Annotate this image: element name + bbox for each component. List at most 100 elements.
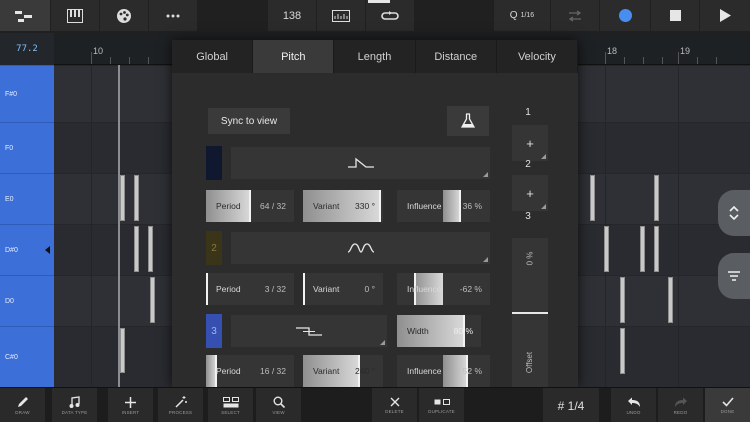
key-row[interactable]: E0 bbox=[0, 173, 54, 224]
lfo-2-period-slider[interactable]: Period 3 / 32 bbox=[206, 273, 294, 305]
tempo-display[interactable]: 138 bbox=[268, 0, 316, 31]
sync-to-view-button[interactable]: Sync to view bbox=[208, 108, 290, 134]
key-row[interactable]: D#0 bbox=[0, 224, 54, 275]
data-type-label: DATA TYPE bbox=[61, 410, 88, 415]
key-row[interactable]: D0 bbox=[0, 275, 54, 326]
slider-fill bbox=[443, 190, 460, 222]
draw-tool-button[interactable]: DRAW bbox=[0, 388, 45, 422]
redo-button[interactable]: REDO bbox=[658, 388, 703, 422]
record-button[interactable] bbox=[600, 0, 650, 31]
midi-note[interactable] bbox=[120, 175, 125, 221]
play-button[interactable] bbox=[700, 0, 750, 31]
midi-note[interactable] bbox=[640, 226, 645, 272]
tab-global[interactable]: Global bbox=[172, 40, 254, 73]
view-label: VIEW bbox=[272, 410, 285, 415]
filter-button[interactable] bbox=[718, 253, 750, 299]
swing-button[interactable] bbox=[551, 0, 599, 31]
metronome-button[interactable] bbox=[317, 0, 365, 31]
done-button[interactable]: DONE bbox=[705, 388, 750, 422]
lfo-1-variant-slider[interactable]: Variant 330 ° bbox=[303, 190, 383, 222]
process-button[interactable]: PROCESS bbox=[158, 388, 203, 422]
ruler-tick bbox=[624, 57, 625, 64]
lfo-2-influence-slider[interactable]: Influence -62 % bbox=[397, 273, 490, 305]
midi-note[interactable] bbox=[604, 226, 609, 272]
lfo-3-width-slider[interactable]: Width 80 % bbox=[397, 315, 481, 347]
key-row[interactable]: C#0 bbox=[0, 326, 54, 387]
midi-note[interactable] bbox=[134, 175, 139, 221]
add-lfo-button[interactable]: + bbox=[512, 125, 548, 161]
offset-slider[interactable]: 0 % Offset bbox=[512, 238, 548, 387]
lfo-1-influence-slider[interactable]: Influence 36 % bbox=[397, 190, 490, 222]
duplicate-button[interactable]: DUPLICATE bbox=[419, 388, 464, 422]
more-icon bbox=[166, 14, 180, 17]
lfo-3-number[interactable]: 3 bbox=[206, 314, 222, 348]
lfo-1-waveform[interactable] bbox=[231, 147, 490, 179]
mixer-button[interactable] bbox=[100, 0, 148, 31]
key-label: C#0 bbox=[5, 353, 18, 361]
slider-handle bbox=[379, 190, 381, 222]
select-button[interactable]: SELECT bbox=[208, 388, 253, 422]
variant-label: Variant bbox=[313, 201, 340, 211]
ruler-tick bbox=[678, 52, 679, 64]
slider-handle bbox=[303, 273, 305, 305]
add-lfo-button[interactable]: + bbox=[512, 175, 548, 211]
midi-note[interactable] bbox=[148, 226, 153, 272]
tab-pitch[interactable]: Pitch bbox=[253, 40, 335, 73]
lfo-1-period-slider[interactable]: Period 64 / 32 bbox=[206, 190, 294, 222]
stop-button[interactable] bbox=[651, 0, 699, 31]
loop-button[interactable] bbox=[366, 0, 414, 31]
key-row[interactable]: F0 bbox=[0, 122, 54, 173]
midi-note[interactable] bbox=[150, 277, 155, 323]
selected-key-arrow-icon bbox=[45, 246, 50, 254]
undo-button[interactable]: UNDO bbox=[611, 388, 656, 422]
chevron-up-down-icon bbox=[729, 205, 739, 221]
data-type-button[interactable]: DATA TYPE bbox=[52, 388, 97, 422]
lfo-2-waveform[interactable] bbox=[231, 232, 490, 264]
more-button[interactable] bbox=[149, 0, 197, 31]
period-value: 3 / 32 bbox=[264, 284, 286, 294]
midi-note[interactable] bbox=[620, 277, 625, 323]
midi-note[interactable] bbox=[654, 175, 659, 221]
influence-label: Influence bbox=[407, 284, 442, 294]
offset-percent: 0 % bbox=[525, 251, 535, 265]
view-button[interactable]: VIEW bbox=[256, 388, 301, 422]
lfo-3-period-slider[interactable]: Period 16 / 32 bbox=[206, 355, 294, 387]
lfo-2-number[interactable]: 2 bbox=[206, 231, 222, 265]
quantize-button[interactable]: Q 1/16 bbox=[494, 0, 550, 31]
keyboard-view-button[interactable] bbox=[51, 0, 99, 31]
midi-note[interactable] bbox=[620, 328, 625, 374]
grid-size-button[interactable]: # 1/4 bbox=[543, 388, 599, 422]
tab-length[interactable]: Length bbox=[334, 40, 416, 73]
piano-keys[interactable]: F#0 F0 E0 D#0 D0 C#0 bbox=[0, 65, 54, 387]
experiment-button[interactable] bbox=[447, 106, 489, 136]
midi-note[interactable] bbox=[134, 226, 139, 272]
tab-velocity[interactable]: Velocity bbox=[497, 40, 578, 73]
insert-button[interactable]: INSERT bbox=[108, 388, 153, 422]
lfo-3-waveform[interactable] bbox=[231, 315, 387, 347]
grid-line bbox=[678, 65, 679, 387]
lfo-3-influence-slider[interactable]: Influence 52 % bbox=[397, 355, 490, 387]
vertical-zoom-button[interactable] bbox=[718, 190, 750, 236]
midi-note[interactable] bbox=[590, 175, 595, 221]
magnifier-icon bbox=[273, 396, 285, 408]
palette-icon bbox=[117, 8, 131, 23]
midi-note[interactable] bbox=[654, 226, 659, 272]
midi-note[interactable] bbox=[668, 277, 673, 323]
lfo-3-variant-slider[interactable]: Variant 240 ° bbox=[303, 355, 383, 387]
swap-icon bbox=[568, 9, 582, 22]
ruler-tick bbox=[662, 57, 663, 64]
loop-icon bbox=[381, 10, 399, 20]
lfo-1-number[interactable]: 1 bbox=[206, 146, 222, 180]
bar-number: 18 bbox=[607, 46, 618, 56]
variant-value: 0 ° bbox=[364, 284, 376, 294]
lfo-2-variant-slider[interactable]: Variant 0 ° bbox=[303, 273, 383, 305]
quantize-value: 1/16 bbox=[520, 12, 535, 19]
loop-active-indicator bbox=[368, 0, 390, 3]
delete-button[interactable]: DELETE bbox=[372, 388, 417, 422]
tab-distance[interactable]: Distance bbox=[416, 40, 497, 73]
midi-note[interactable] bbox=[120, 328, 125, 373]
key-row[interactable]: F#0 bbox=[0, 65, 54, 122]
editor-view-button[interactable] bbox=[0, 0, 50, 31]
offset-handle[interactable] bbox=[512, 312, 548, 314]
undo-label: UNDO bbox=[626, 409, 641, 415]
